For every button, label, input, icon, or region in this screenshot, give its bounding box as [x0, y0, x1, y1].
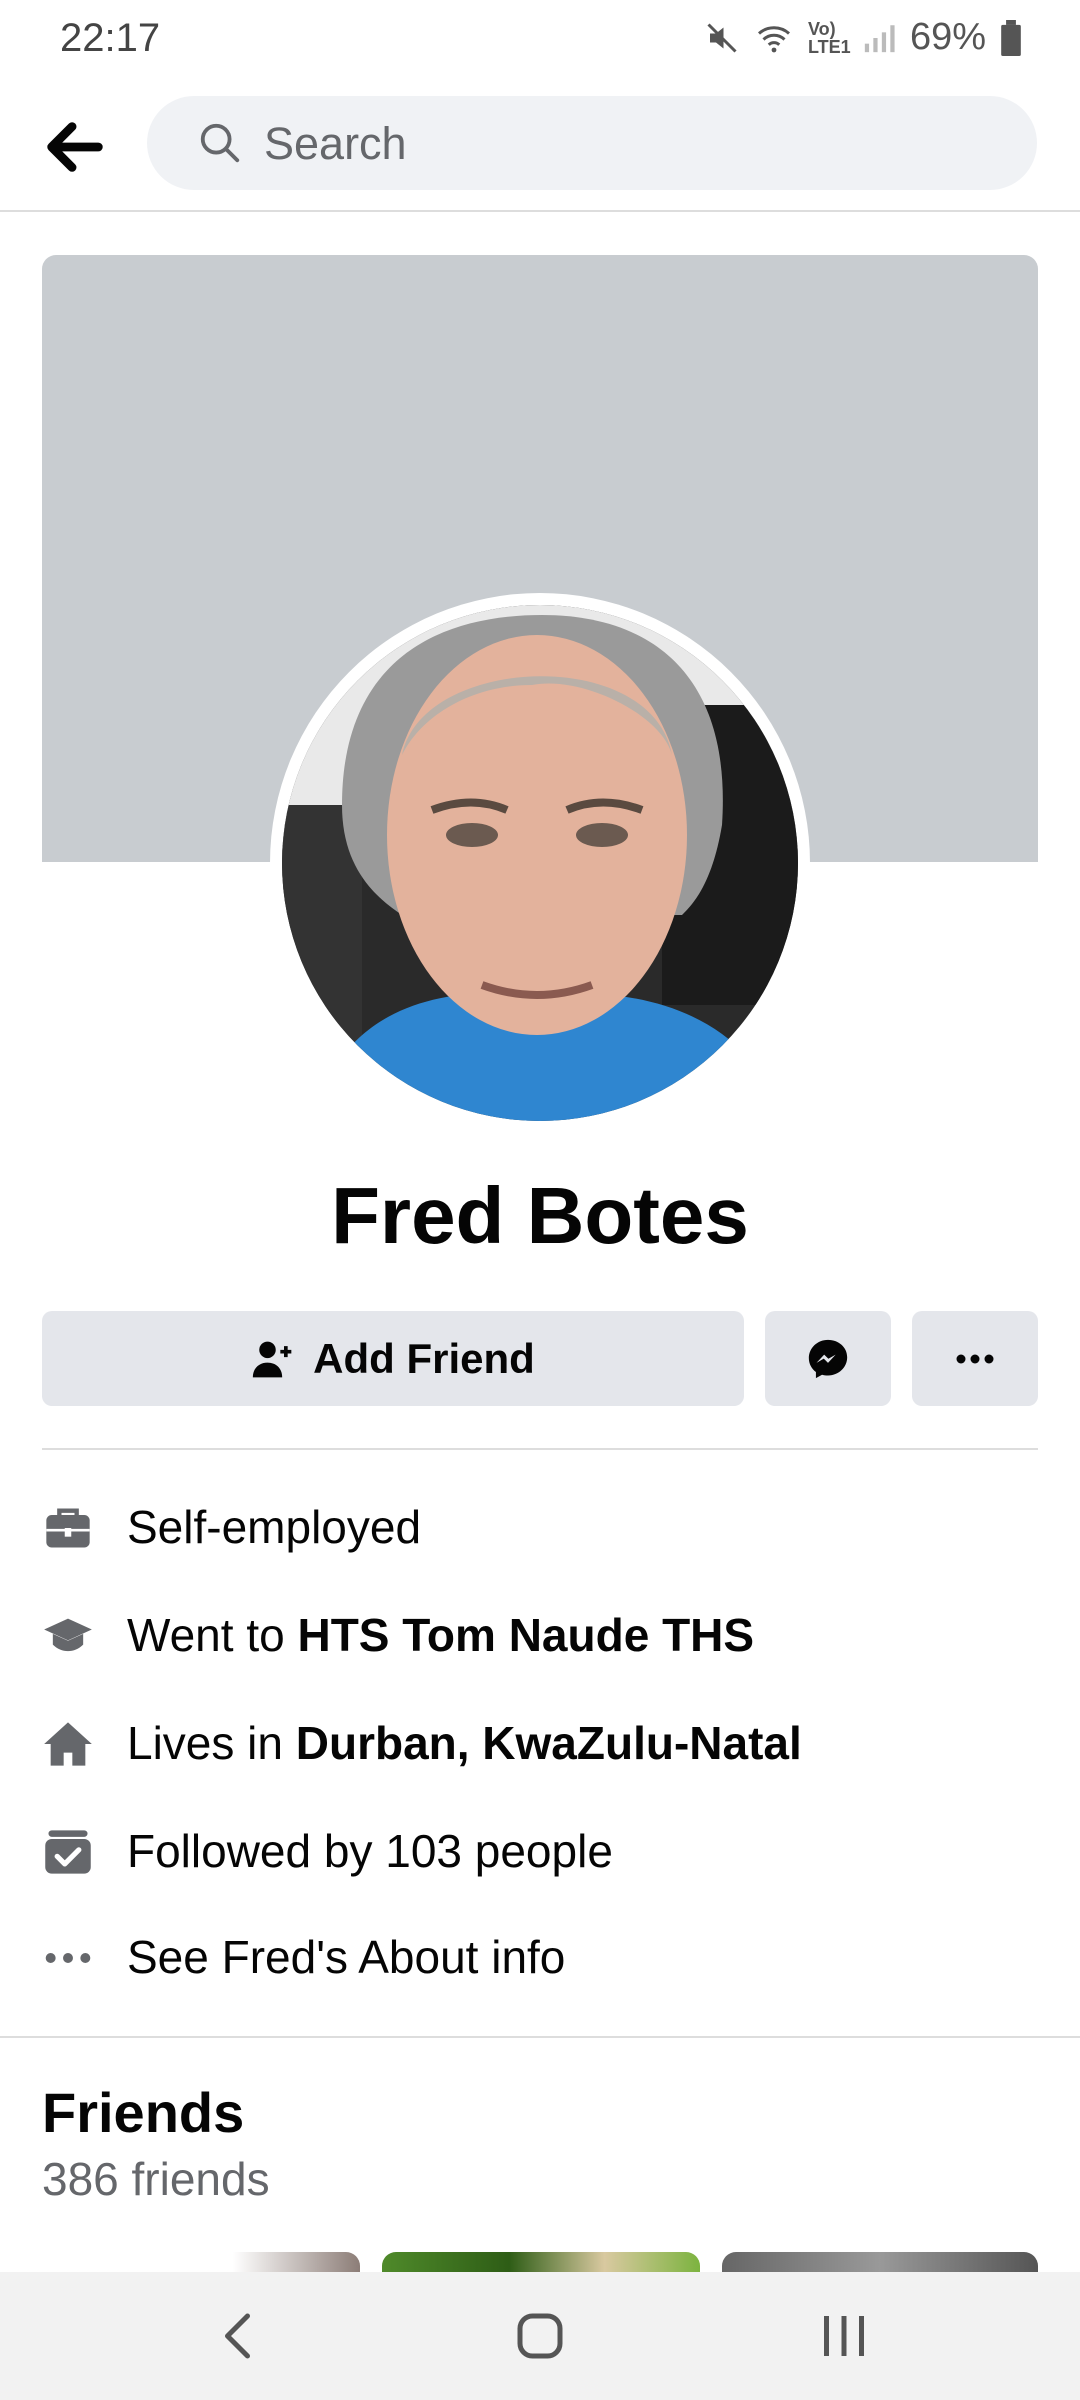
- intro-about-link[interactable]: See Fred's About info: [0, 1918, 1080, 1998]
- education-prefix: Went to: [127, 1609, 298, 1661]
- intro-location: Lives in Durban, KwaZulu-Natal: [0, 1704, 1080, 1784]
- mute-icon: [707, 22, 737, 53]
- battery-icon: [1001, 19, 1021, 56]
- intro-followers-text: Followed by 103 people: [127, 1825, 613, 1877]
- ellipsis-icon: [45, 1953, 91, 1963]
- status-time: 22:17: [60, 16, 161, 60]
- location-place[interactable]: Durban, KwaZulu-Natal: [296, 1717, 802, 1769]
- friends-heading[interactable]: Friends: [42, 2080, 244, 2145]
- profile-picture-frame: [270, 593, 810, 1133]
- arrow-left-icon[interactable]: [40, 112, 110, 182]
- user-plus-icon: [253, 1341, 292, 1377]
- network-label: Vo) LTE1: [807, 18, 851, 57]
- education-school[interactable]: HTS Tom Naude THS: [297, 1609, 754, 1661]
- nav-home-icon[interactable]: [510, 2306, 570, 2366]
- system-nav-bar: [0, 2272, 1080, 2400]
- friends-count: 386 friends: [42, 2153, 270, 2205]
- nav-recents-icon[interactable]: [814, 2306, 874, 2366]
- more-options-button[interactable]: [912, 1311, 1038, 1406]
- more-dots-icon: [956, 1354, 994, 1363]
- battery-percent: 69%: [909, 16, 986, 58]
- intro-followers: Followed by 103 people: [0, 1812, 1080, 1892]
- top-bar: Search: [0, 76, 1080, 212]
- home-icon: [44, 1722, 92, 1766]
- signal-icon: [864, 24, 895, 52]
- status-bar: 22:17 Vo) LTE1 69%: [0, 0, 1080, 76]
- nav-back-icon[interactable]: [210, 2306, 270, 2366]
- intro-location-text: Lives in Durban, KwaZulu-Natal: [127, 1716, 802, 1770]
- wifi-icon: [757, 25, 790, 52]
- graduation-cap-icon: [44, 1618, 92, 1652]
- location-prefix: Lives in: [127, 1717, 296, 1769]
- intro-work-text: Self-employed: [127, 1501, 422, 1553]
- message-button[interactable]: [765, 1311, 891, 1406]
- status-icons: Vo) LTE1 69%: [704, 16, 1022, 59]
- intro-education: Went to HTS Tom Naude THS: [0, 1596, 1080, 1676]
- intro-education-text: Went to HTS Tom Naude THS: [127, 1608, 754, 1662]
- add-friend-label: Add Friend: [313, 1334, 535, 1382]
- profile-picture[interactable]: [282, 605, 798, 1121]
- search-icon: [200, 123, 240, 163]
- briefcase-icon: [46, 1508, 90, 1548]
- divider: [42, 1448, 1038, 1450]
- messenger-icon: [808, 1339, 848, 1378]
- profile-name: Fred Botes: [331, 1171, 749, 1260]
- followers-check-icon: [45, 1830, 91, 1874]
- intro-work: Self-employed: [0, 1488, 1080, 1568]
- search-input[interactable]: Search: [147, 96, 1037, 190]
- add-friend-button[interactable]: Add Friend: [42, 1311, 744, 1406]
- section-separator: [0, 2036, 1080, 2038]
- search-placeholder: Search: [264, 118, 407, 169]
- profile-photo-image: [282, 605, 798, 1121]
- about-link-text[interactable]: See Fred's About info: [127, 1930, 565, 1984]
